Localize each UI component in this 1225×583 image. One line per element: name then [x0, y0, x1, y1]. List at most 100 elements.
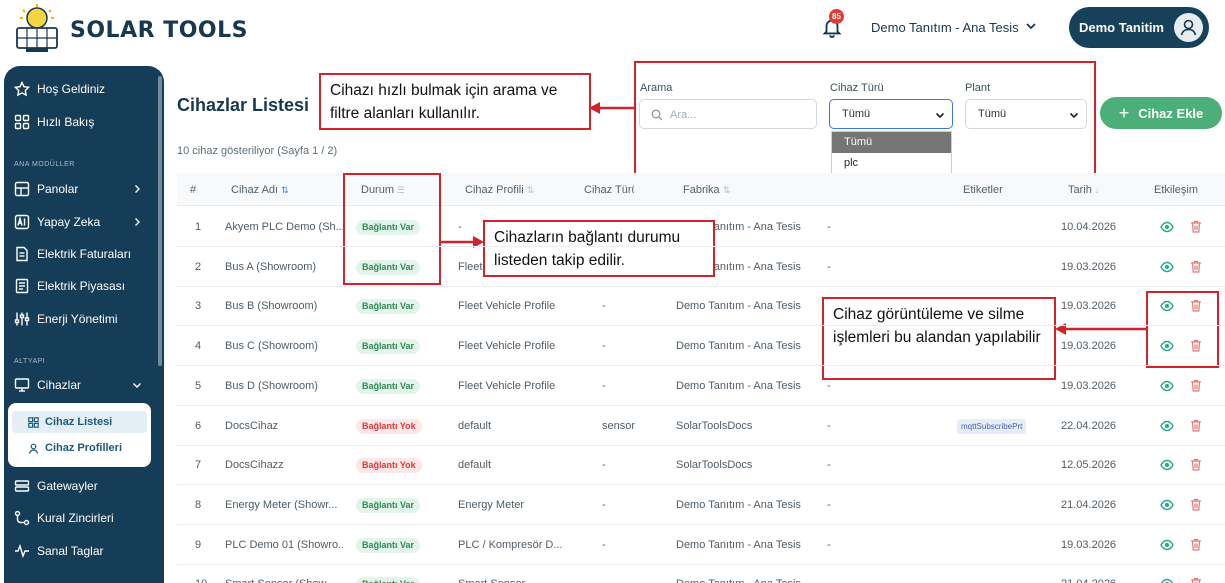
sidebar-item-energy-management[interactable]: Enerji Yönetimi	[14, 308, 117, 330]
chevron-right-icon[interactable]	[132, 184, 142, 194]
chevron-down-icon	[1069, 112, 1079, 119]
receipt-icon	[15, 278, 29, 294]
sort-icon[interactable]: ↓	[1095, 185, 1100, 195]
column-header-name[interactable]: Cihaz Adı ⇅	[231, 184, 289, 196]
dropdown-option[interactable]: plc	[832, 153, 951, 174]
column-header-label: Cihaz Profili	[465, 184, 524, 196]
dashboard-icon	[14, 181, 30, 197]
table-row[interactable]	[177, 525, 1225, 565]
sidebar-subitem-device-profiles[interactable]: Cihaz Profilleri	[12, 437, 147, 459]
column-header-actions: Etkileşim	[1154, 184, 1198, 196]
column-header-tags: Etiketler	[963, 184, 1003, 196]
device-type-select[interactable]: Tümü	[829, 99, 953, 129]
sidebar-item-label: Kural Zincirleri	[37, 511, 114, 525]
sidebar-item-label: Cihazlar	[37, 378, 82, 392]
sidebar-item-rule-chains[interactable]: Kural Zincirleri	[14, 507, 114, 529]
sort-icon[interactable]: ⇅	[527, 185, 535, 195]
sort-icon[interactable]: ⇅	[723, 185, 731, 195]
ai-icon	[14, 214, 30, 230]
sidebar-item-label: Elektrik Faturaları	[37, 247, 132, 261]
device-type-value: Tümü	[842, 108, 871, 120]
column-header-label: Tarih	[1068, 184, 1092, 196]
sidebar-item-label: Hızlı Bakış	[37, 115, 95, 129]
plant-value: Tümü	[978, 108, 1007, 120]
user-name: Demo Tanitim	[1079, 20, 1164, 35]
column-header-label: Etiketler	[963, 184, 1003, 196]
table-row[interactable]	[177, 445, 1225, 485]
table-row[interactable]	[177, 485, 1225, 525]
annotation-filters: Cihazı hızlı bulmak için arama ve filtre…	[319, 73, 591, 130]
table-row[interactable]	[177, 366, 1225, 406]
sidebar-subitem-device-list[interactable]: Cihaz Listesi	[12, 411, 147, 433]
sidebar-item-devices[interactable]: Cihazlar	[14, 374, 81, 396]
sidebar-item-label: Gatewayler	[37, 479, 98, 493]
sidebar-item-gateways[interactable]: Gatewayler	[14, 475, 98, 497]
monitor-icon	[14, 378, 30, 392]
device-type-label: Cihaz Türü	[830, 82, 884, 94]
sidebar-item-dashboards[interactable]: Panolar	[14, 178, 78, 200]
grid-icon	[28, 416, 39, 428]
column-header-factory[interactable]: Fabrika ⇅	[683, 184, 730, 196]
table-row[interactable]	[177, 247, 1225, 287]
column-header-label: Etkileşim	[1154, 184, 1199, 196]
tenant-selector[interactable]: Demo Tanıtım - Ana Tesis	[871, 20, 1019, 35]
dropdown-option[interactable]: Tümü	[832, 132, 951, 153]
column-header-profile[interactable]: Cihaz Profili ⇅	[465, 184, 534, 196]
sidebar-subitem-label: Cihaz Listesi	[45, 416, 113, 428]
sidebar-scrollbar[interactable]	[158, 76, 162, 366]
column-header-label: Cihaz Türü	[584, 184, 634, 196]
column-header-label: #	[190, 184, 197, 196]
sliders-icon	[14, 312, 30, 326]
add-device-label: Cihaz Ekle	[1138, 105, 1204, 121]
plus-icon: +	[1118, 102, 1130, 123]
notification-badge: 85	[829, 9, 844, 24]
avatar	[1174, 13, 1203, 42]
grid-icon	[14, 114, 30, 130]
table-row[interactable]	[177, 286, 1225, 326]
add-device-button[interactable]: + Cihaz Ekle	[1100, 97, 1222, 129]
search-icon	[651, 109, 663, 121]
search-field[interactable]	[639, 99, 817, 129]
table-row[interactable]	[177, 207, 1225, 247]
sidebar-item-label: Enerji Yönetimi	[37, 312, 118, 326]
sidebar-item-ai[interactable]: Yapay Zeka	[14, 211, 100, 233]
chevron-right-icon[interactable]	[132, 217, 142, 227]
brand-name: SOLAR TOOLS	[70, 18, 248, 43]
sidebar-item-label: Panolar	[37, 182, 79, 196]
devices-submenu: Cihaz Listesi Cihaz Profilleri	[8, 403, 151, 467]
sort-icon[interactable]: ⇅	[281, 185, 289, 195]
gateway-icon	[14, 480, 30, 492]
sidebar-item-quick-view[interactable]: Hızlı Bakış	[14, 111, 94, 133]
sidebar-subitem-label: Cihaz Profilleri	[45, 442, 123, 454]
column-header-label: Cihaz Adı	[231, 184, 279, 196]
chevron-down-icon[interactable]	[1025, 20, 1037, 32]
sidebar-item-label: Hoş Geldiniz	[37, 82, 106, 96]
solar-tools-logo[interactable]	[14, 4, 60, 54]
column-header-type[interactable]: Cihaz Türü	[584, 184, 634, 196]
rule-chain-icon	[14, 510, 30, 526]
table-row[interactable]	[177, 326, 1225, 366]
chevron-down-icon[interactable]	[132, 380, 142, 390]
pulse-icon	[15, 543, 29, 559]
column-header-date[interactable]: Tarih ↓	[1068, 184, 1099, 196]
person-icon	[28, 443, 39, 454]
plant-label: Plant	[965, 82, 991, 94]
section-label-modules: ANA MODÜLLER	[14, 161, 75, 168]
table-row[interactable]	[177, 564, 1225, 583]
sidebar: Hoş Geldiniz Hızlı Bakış ANA MODÜLLER Pa…	[4, 66, 164, 583]
sidebar-item-label: Sanal Taglar	[37, 544, 104, 558]
page-title: Cihazlar Listesi	[177, 95, 310, 115]
search-label: Arama	[640, 82, 673, 94]
top-bar: SOLAR TOOLS 85 Demo Tanıtım - Ana Tesis …	[0, 0, 1225, 62]
sidebar-item-virtual-tags[interactable]: Sanal Taglar	[14, 540, 104, 562]
plant-select[interactable]: Tümü	[965, 99, 1087, 129]
sidebar-item-electricity-market[interactable]: Elektrik Piyasası	[14, 275, 125, 297]
chevron-down-icon	[935, 112, 945, 119]
sidebar-item-welcome[interactable]: Hoş Geldiniz	[14, 78, 105, 100]
table-row[interactable]	[177, 406, 1225, 446]
sidebar-item-label: Elektrik Piyasası	[37, 279, 126, 293]
sidebar-item-electric-bills[interactable]: Elektrik Faturaları	[14, 243, 131, 265]
annotation-arrow	[589, 102, 636, 114]
search-input[interactable]	[670, 106, 810, 124]
user-menu-button[interactable]: Demo Tanitim	[1069, 7, 1209, 48]
